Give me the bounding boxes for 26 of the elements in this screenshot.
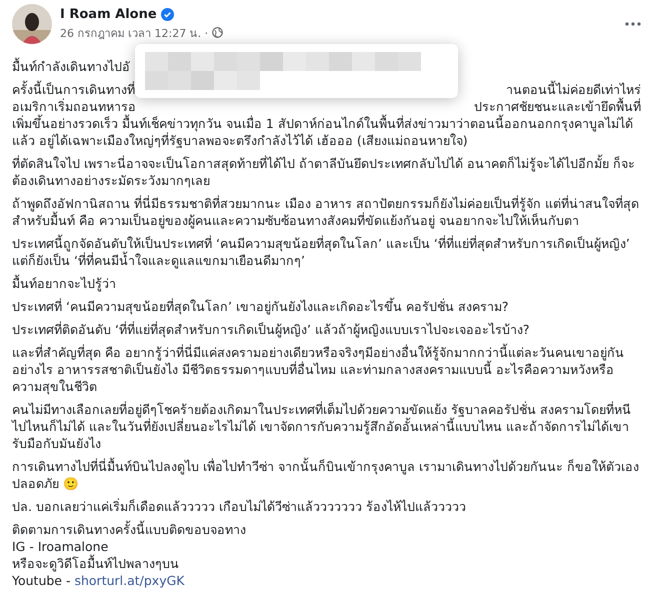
post-text: Youtube - shorturl.at/pxyGK xyxy=(12,572,186,589)
post-paragraph: เพิ่มขึ้นอย่างรวดเร็ว มื้นท์เช็คข่าวทุกวัน จนเมื่อ 1 สัปดาห์ก่อนไกด์ในพื้นที่ส่งข่าวมาว่าตอนนี้ออกนอกกรุงคาบูลไม่ได้แล้ว อยู่ได้เฉพาะเมืองใหญ่ๆที่รัฐบาลพอจะตรึงกำลังไว้ได้ เฮ้อออ (เสียงแม่ถอนหายใจ) xyxy=(12,115,634,149)
post-paragraph: และที่สำคัญที่สุด คือ อยากรู้ว่าที่นี่มีแค่สงครามอย่างเดียวหรือจริงๆมีอย่างอื่นให้รู้จักมากกว่านี้แต่ละวันคนเขาอยู่กันอย่างไร อาหารรสชาติเป็นยังไง มีชีวิตธรรมดาๆแบบที่อื่นไหม และท่ามกลางสงครามแบบนี้ อะไรคือความหวังหรือความสุขในชีวิต xyxy=(12,344,625,395)
post-paragraph: การเดินทางไปที่นี่มื้นท์บินไปลงดูไบ เพื่อไปทำวีซ่า จากนั้นก็บินเข้ากรุงคาบูล เรามาเดินทางไปด้วยกันนะ ก็ขอให้ตัวเองปลอดภัย 🙂 xyxy=(12,458,640,492)
author-name[interactable]: I Roam Alone xyxy=(60,6,157,22)
post-time[interactable]: 26 กรกฎาคม เวลา 12:27 น. · xyxy=(60,24,208,42)
post-text: IG - Iroamalone xyxy=(12,538,110,554)
post-paragraph: ประเทศที่ ‘คนมีความสุขน้อยที่สุดในโลก’ เขาอยู่กันยังไงและเกิดอะไรขึ้น คอรัปชั่น สงคราม? xyxy=(12,298,510,315)
post-text: อเมริกาเริ่มถอนทหารอ xyxy=(12,98,136,114)
post-paragraph: มื้นท์กำลังเดินทางไปอั xyxy=(12,58,131,75)
avatar[interactable] xyxy=(12,4,52,44)
post-text: ประกาศชัยชนะและเข้ายึดพื้นที่ xyxy=(474,98,641,114)
post-text: ติดตามการเดินทางครั้งนี้แบบติดขอบจอทาง xyxy=(12,521,247,538)
post-paragraph: ปล. บอกเลยว่าแค่เริ่มก็เดือดแล้ววววว เกือบไม่ได้วีซ่าแล้ววววววว ร้องไห้ไปแล้ววววว xyxy=(12,498,467,515)
post-paragraph: ประเทศนี้ถูกจัดอันดับให้เป็นประเทศที่ ‘คนมีความสุขน้อยที่สุดในโลก’ และเป็น ‘ที่ที่แย่ที่สุดสำหรับการเกิดเป็นผู้หญิง’ แต่ก็ยังเป็น ‘ที่ที่คนมีน้ำใจและดูแลแขกมาเยือนดีมากๆ’ xyxy=(12,235,631,269)
post-text: หรือจะดูวิดีโอมื้นท์ไปพลางๆบน xyxy=(12,555,180,572)
youtube-link[interactable]: shorturl.at/pxyGK xyxy=(74,573,184,588)
post-paragraph: มื้นท์อยากจะไปรู้ว่า xyxy=(12,275,117,292)
post-paragraph: ประเทศที่ติดอันดับ ‘ที่ที่แย่ที่สุดสำหรับการเกิดเป็นผู้หญิง’ แล้วถ้าผู้หญิงแบบเราไปจะเจออะไรบ้าง? xyxy=(12,321,531,338)
post-paragraph: ที่ตัดสินใจไป เพราะนี่อาจจะเป็นโอกาสสุดท้ายที่ได้ไป ถ้าตาลีบันยึดประเทศกลับไปได้ อนาคตก็ไม่รู้จะได้ไปอีกมั้ย ก็จะต้องเดินทางอย่างระมัดระวังมากๆเลย xyxy=(12,155,636,189)
post-text: านตอนนี้ไม่ค่อยดีเท่าไหร่ xyxy=(506,81,641,98)
more-options-icon[interactable] xyxy=(625,22,641,26)
post-text: ครั้งนี้เป็นการเดินทางที่ xyxy=(12,81,135,98)
globe-icon xyxy=(212,27,224,38)
post-paragraph: คนไม่มีทางเลือกเลยที่อยู่ดีๆโชคร้ายต้องเกิดมาในประเทศที่เต็มไปด้วยความขัดแย้ง รัฐบาลคอรัปชั่น สงครามโดยที่หนีไปไหนก็ไม่ได้ และในวันที่ยังเปลี่ยนอะไรไม่ได้ เขาจัดการกับความรู้สึกอัดอั้นเหล่านี้แบบไหน และถ้าจัดการไม่ได้เขารับมือกับมันยังไง xyxy=(12,401,632,452)
post-paragraph: ถ้าพูดถึงอัฟกานิสถาน ที่นี่มีธรรมชาติที่สวยมากนะ เมือง อาหาร สถาปัตยกรรมก็ยังไม่ค่อยเป็นที่รู้จัก แต่ที่น่าสนใจที่สุดสำหรับมื้นท์ คือ ความเป็นอยู่ของผู้คนและความซับซ้อนทางสังคมที่ขัดแย้งกันอยู่ จนอยากจะไปให้เห็นกับตา xyxy=(12,195,640,229)
